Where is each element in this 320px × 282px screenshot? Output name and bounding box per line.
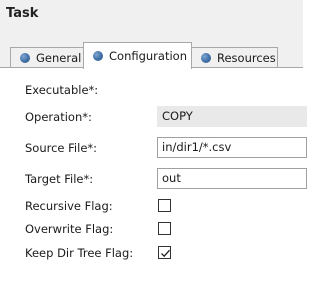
- task-header: Task: [0, 0, 303, 30]
- tab-general-label: General: [36, 50, 82, 65]
- general-tab-icon: [20, 52, 30, 63]
- configuration-tab-icon: [93, 51, 103, 61]
- keep-dir-tree-flag-label: Keep Dir Tree Flag:: [25, 246, 134, 260]
- tab-resources-label: Resources: [217, 50, 276, 65]
- keep-dir-tree-flag-checkbox[interactable]: [158, 246, 171, 259]
- target-file-label: Target File*:: [25, 172, 94, 186]
- source-file-input[interactable]: in/dir1/*.csv: [157, 137, 307, 158]
- resources-tab-icon: [201, 52, 211, 63]
- tab-general[interactable]: General: [10, 47, 84, 67]
- task-title: Task: [6, 6, 39, 21]
- tab-configuration-label: Configuration: [109, 49, 187, 63]
- operation-field: COPY: [157, 106, 307, 127]
- source-file-label: Source File*:: [25, 141, 98, 155]
- recursive-flag-label: Recursive Flag:: [25, 199, 113, 213]
- configuration-panel: Executable*: Operation*: COPY Source Fil…: [0, 67, 307, 282]
- overwrite-flag-checkbox[interactable]: [158, 222, 171, 235]
- tab-configuration[interactable]: Configuration: [83, 42, 192, 69]
- checkmark-icon: [161, 249, 170, 258]
- operation-label: Operation*:: [25, 110, 92, 124]
- recursive-flag-checkbox[interactable]: [158, 199, 171, 212]
- executable-label: Executable*:: [25, 83, 99, 97]
- tab-resources[interactable]: Resources: [191, 47, 278, 67]
- target-file-input[interactable]: out: [157, 168, 307, 189]
- tab-bar: General Configuration Resources: [0, 30, 303, 69]
- overwrite-flag-label: Overwrite Flag:: [25, 222, 114, 236]
